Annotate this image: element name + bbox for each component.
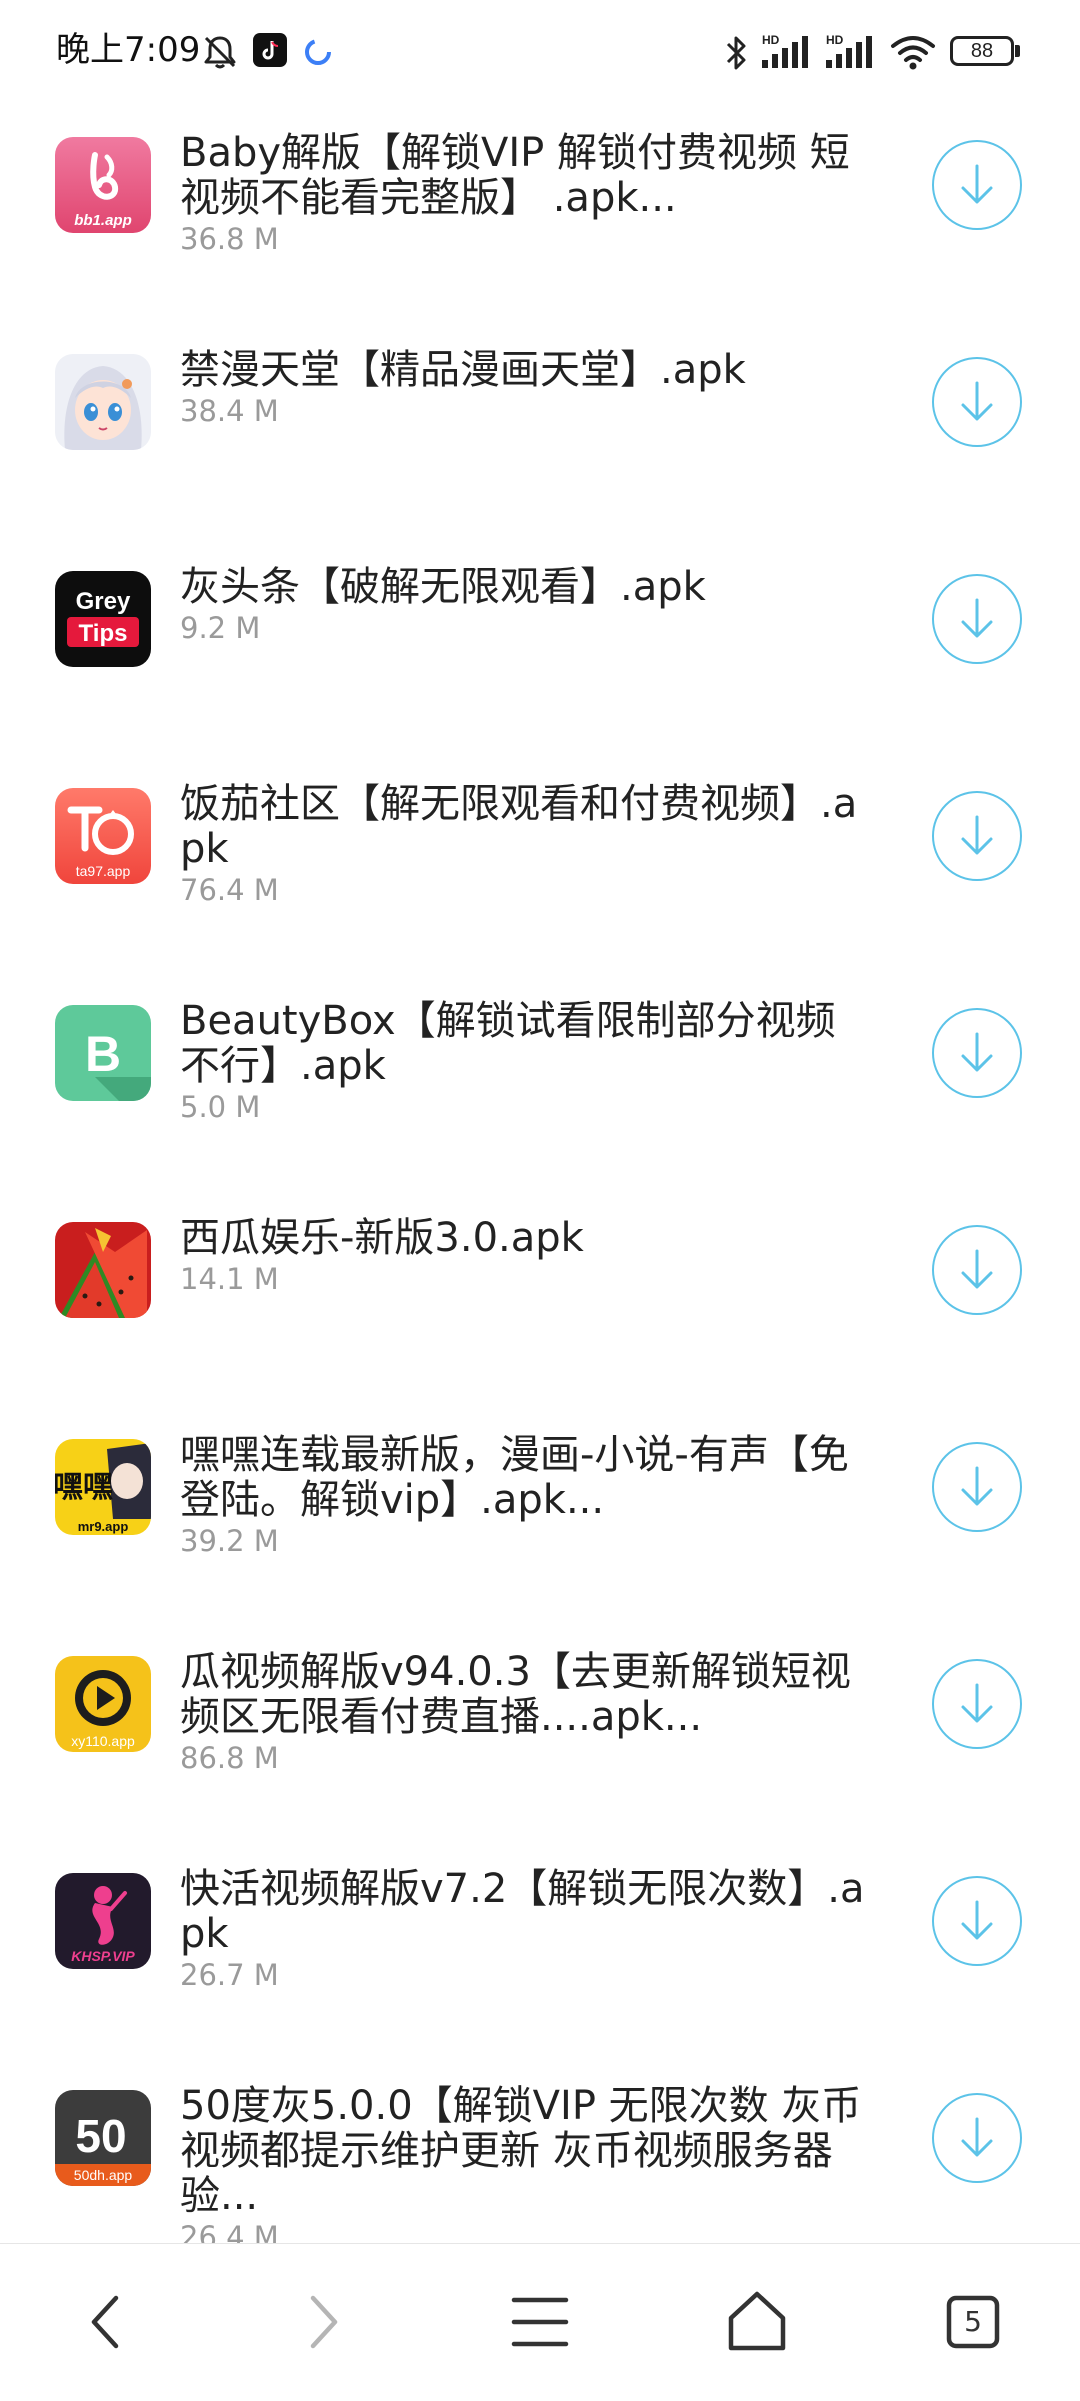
file-size: 9.2 M (180, 611, 261, 645)
list-item[interactable]: Grey Tips 灰头条【破解无限观看】.apk 9.2 M (0, 557, 1080, 774)
download-button[interactable] (932, 1876, 1022, 1966)
download-arrow-icon (961, 598, 993, 638)
baby-app-icon: bb1.app (55, 137, 151, 233)
file-size: 5.0 M (180, 1090, 261, 1124)
download-arrow-icon (961, 815, 993, 855)
app-name: 禁漫天堂【精品漫画天堂】.apk (180, 347, 746, 393)
app-name: Baby解版【解锁VIP 解锁付费视频 短视频不能看完整版】 .apk... (180, 130, 850, 221)
download-button[interactable] (932, 1225, 1022, 1315)
grey-icon-label: Grey (76, 588, 131, 615)
khsp-app-icon: KHSP.VIP (55, 1873, 151, 1969)
play-app-icon: xy110.app (55, 1656, 151, 1752)
hd-signal-icon: HD (826, 33, 872, 68)
list-item[interactable]: 嘿嘿 mr9.app 嘿嘿连载最新版，漫画-小说-有声【免登陆。解锁vip】.a… (0, 1425, 1080, 1642)
download-arrow-icon (961, 381, 993, 421)
download-button[interactable] (932, 1442, 1022, 1532)
tomato-app-icon: ta97.app (55, 788, 151, 884)
tomato-icon-label: ta97.app (76, 863, 131, 879)
menu-button[interactable] (480, 2262, 600, 2382)
tips-icon-label: Tips (79, 620, 128, 647)
anime-girl-app-icon (55, 354, 151, 450)
list-item[interactable]: xy110.app 瓜视频解版v94.0.3【去更新解锁短视频区无限看付费直播.… (0, 1642, 1080, 1859)
tab-count: 5 (964, 2305, 982, 2338)
baby-icon-label: bb1.app (74, 212, 132, 229)
app-name: 西瓜娱乐-新版3.0.apk (180, 1215, 584, 1261)
download-arrow-icon (961, 1249, 993, 1289)
file-size: 39.2 M (180, 1524, 279, 1558)
file-size: 36.8 M (180, 222, 279, 256)
battery-icon: 88 (950, 36, 1014, 66)
download-arrow-icon (961, 164, 993, 204)
heihei-icon-url: mr9.app (78, 1519, 129, 1534)
forward-button[interactable] (263, 2262, 383, 2382)
khsp-icon-label: KHSP.VIP (71, 1948, 135, 1964)
download-arrow-icon (961, 1466, 993, 1506)
bottom-nav: 5 (0, 2243, 1080, 2401)
file-size: 14.1 M (180, 1262, 279, 1296)
back-button[interactable] (46, 2262, 166, 2382)
download-arrow-icon (961, 1683, 993, 1723)
download-arrow-icon (961, 2117, 993, 2157)
status-time: 晚上7:09 (56, 30, 201, 70)
download-button[interactable] (932, 574, 1022, 664)
hd-signal-icon: HD (762, 33, 808, 68)
home-button[interactable] (697, 2262, 817, 2382)
app-name: 灰头条【破解无限观看】.apk (180, 564, 706, 610)
heihei-app-icon: 嘿嘿 mr9.app (55, 1439, 151, 1535)
battery-tip (1015, 45, 1020, 57)
play-icon-label: xy110.app (71, 1733, 135, 1749)
download-button[interactable] (932, 1008, 1022, 1098)
tiktok-icon (253, 33, 287, 67)
download-button[interactable] (932, 140, 1022, 230)
menu-icon (511, 2297, 569, 2347)
battery-level: 88 (970, 40, 994, 62)
file-size: 86.8 M (180, 1741, 279, 1775)
file-size: 26.7 M (180, 1958, 279, 1992)
heihei-icon-label: 嘿嘿 (55, 1470, 113, 1505)
fifty-icon-number: 50 (75, 2110, 126, 2162)
list-item[interactable]: 禁漫天堂【精品漫画天堂】.apk 38.4 M (0, 340, 1080, 557)
list-item[interactable]: ta97.app 饭茄社区【解无限观看和付费视频】.apk 76.4 M (0, 774, 1080, 991)
bluetooth-icon (726, 36, 746, 70)
fifty-icon-url: 50dh.app (74, 2167, 133, 2183)
beautybox-app-icon: B (55, 1005, 151, 1101)
download-arrow-icon (961, 1900, 993, 1940)
app-name: 饭茄社区【解无限观看和付费视频】.apk (180, 781, 858, 872)
list-item[interactable]: bb1.app Baby解版【解锁VIP 解锁付费视频 短视频不能看完整版】 .… (0, 123, 1080, 340)
app-name: 50度灰5.0.0【解锁VIP 无限次数 灰币视频都提示维护更新 灰币视频服务器… (180, 2083, 862, 2219)
app-name: 瓜视频解版v94.0.3【去更新解锁短视频区无限看付费直播....apk... (180, 1649, 851, 1740)
file-size: 26.4 M (180, 2220, 279, 2243)
status-bar: 晚上7:09 HD HD 88 (0, 0, 1080, 104)
beautybox-icon-label: B (85, 1026, 121, 1082)
back-arrow-icon (91, 2295, 119, 2349)
svg-text:HD: HD (826, 33, 844, 47)
list-item[interactable]: 50 50dh.app 50度灰5.0.0【解锁VIP 无限次数 灰币视频都提示… (0, 2076, 1080, 2243)
download-arrow-icon (961, 1032, 993, 1072)
svg-text:HD: HD (762, 33, 780, 47)
list-item[interactable]: B BeautyBox【解锁试看限制部分视频不行】.apk 5.0 M (0, 991, 1080, 1208)
forward-arrow-icon (310, 2295, 338, 2349)
file-size: 38.4 M (180, 394, 279, 428)
tabs-button[interactable]: 5 (913, 2262, 1033, 2382)
app-name: 快活视频解版v7.2【解锁无限次数】.apk (180, 1866, 865, 1957)
watermelon-app-icon (55, 1222, 151, 1318)
file-size: 76.4 M (180, 873, 279, 907)
list-item[interactable]: KHSP.VIP 快活视频解版v7.2【解锁无限次数】.apk 26.7 M (0, 1859, 1080, 2076)
bell-off-icon (204, 36, 236, 69)
download-button[interactable] (932, 2093, 1022, 2183)
download-list: bb1.app Baby解版【解锁VIP 解锁付费视频 短视频不能看完整版】 .… (0, 0, 1080, 2243)
home-icon (728, 2291, 786, 2351)
list-item[interactable]: 西瓜娱乐-新版3.0.apk 14.1 M (0, 1208, 1080, 1425)
download-button[interactable] (932, 791, 1022, 881)
download-button[interactable] (932, 1659, 1022, 1749)
grey-tips-app-icon: Grey Tips (55, 571, 151, 667)
app-name: 嘿嘿连载最新版，漫画-小说-有声【免登陆。解锁vip】.apk... (180, 1432, 849, 1523)
fifty-app-icon: 50 50dh.app (55, 2090, 151, 2186)
wifi-icon (891, 36, 935, 70)
app-icon (305, 39, 331, 65)
download-button[interactable] (932, 357, 1022, 447)
app-name: BeautyBox【解锁试看限制部分视频不行】.apk (180, 998, 836, 1089)
